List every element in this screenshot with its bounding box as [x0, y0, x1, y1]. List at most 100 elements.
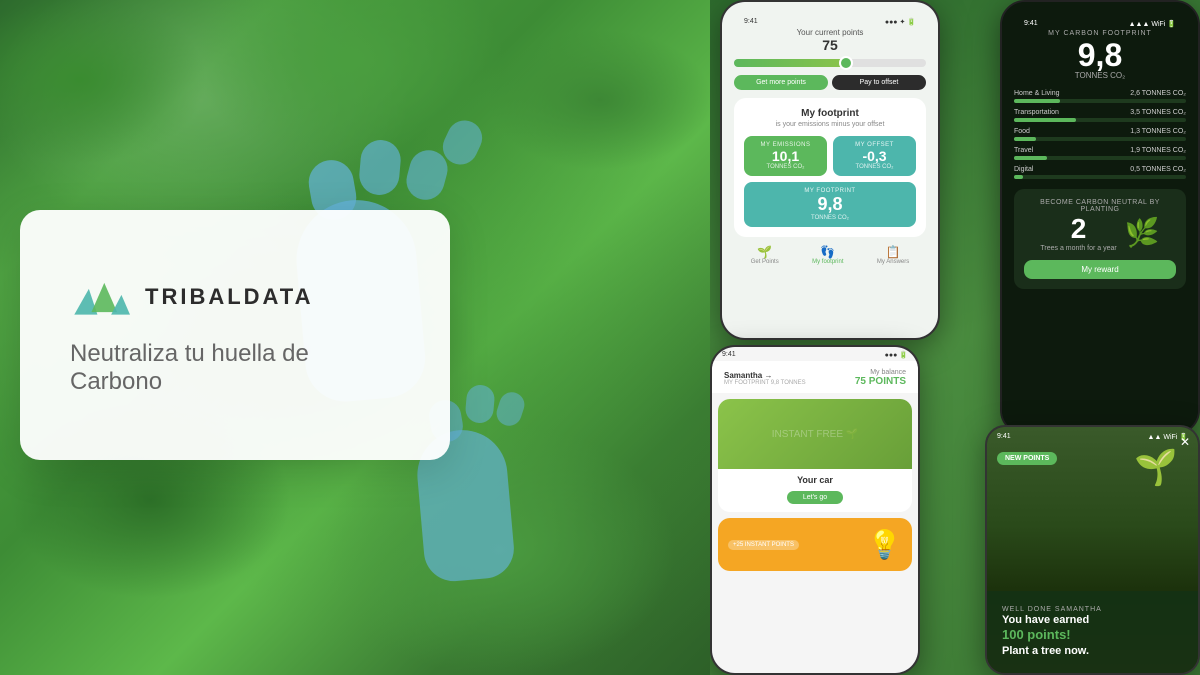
neutral-title: BECOME CARBON NEUTRAL BY PLANTING [1024, 199, 1176, 213]
carbon-title: MY CARBON FOOTPRINT [1014, 30, 1186, 37]
emissions-offset-row: MY EMISSIONS 10,1 TONNES CO₂ MY OFFSET -… [744, 136, 916, 176]
points-card: +25 INSTANT POINTS 💡 [718, 518, 912, 571]
bar-travel-label: Travel 1,9 TONNES CO₂ [1014, 147, 1186, 154]
phone-carbon-details: 9:41 ▲▲▲ WiFi 🔋 MY CARBON FOOTPRINT 9,8 … [1000, 0, 1200, 435]
phone1-screen: 9:41 ●●● ✦ 🔋 Your current points 75 Get … [722, 2, 938, 338]
action-buttons: Get more points Pay to offset [734, 75, 926, 90]
bar-food: Food 1,3 TONNES CO₂ [1014, 128, 1186, 141]
offset-value: -0,3 [839, 148, 910, 164]
phone3-screen: 9:41 ●●● 🔋 Samantha → MY FOOTPRINT 9,8 T… [712, 347, 918, 673]
new-points-badge: NEW POINTS [997, 447, 1057, 471]
bar-food-fill [1014, 137, 1036, 141]
bar-home-track [1014, 99, 1186, 103]
nav-my-answers[interactable]: 📋 My Answers [877, 245, 909, 265]
status-time-dark: 9:41 [1024, 20, 1038, 28]
nav-my-footprint[interactable]: 👣 My footprint [812, 245, 843, 265]
instant-points-badge: +25 INSTANT POINTS [728, 540, 799, 550]
phone-footprint-overview: 9:41 ●●● ✦ 🔋 Your current points 75 Get … [720, 0, 940, 340]
footprint-card-title: My footprint [744, 108, 916, 119]
phone4-time: 9:41 [997, 433, 1011, 440]
my-emissions-box: MY EMISSIONS 10,1 TONNES CO₂ [744, 136, 827, 176]
status-time: 9:41 [744, 18, 758, 26]
carbon-bars: Home & Living 2,6 TONNES CO₂ Transportat… [1014, 90, 1186, 179]
points-value: 75 [734, 37, 926, 53]
earned-text: You have earned 100 points! Plant a tree… [1002, 613, 1183, 658]
footprint-card-subtitle: is your emissions minus your offset [744, 121, 916, 128]
footprint-box-value: 9,8 [750, 194, 910, 215]
plant-cta: Plant a tree now. [1002, 645, 1089, 657]
progress-bar [734, 59, 926, 67]
phone4-screen: 🌱 9:41 ▲▲ WiFi 🔋 NEW POINTS ✕ WELL DONE … [987, 427, 1198, 673]
bar-food-track [1014, 137, 1186, 141]
my-footprint-box: MY FOOTPRINT 9,8 TONNES CO₂ [744, 182, 916, 227]
phone3-user-info: Samantha → MY FOOTPRINT 9,8 TONNES [724, 371, 806, 386]
bar-transport-fill [1014, 118, 1076, 122]
bar-digital: Digital 0,5 TONNES CO₂ [1014, 166, 1186, 179]
carbon-value: 9,8 [1014, 39, 1186, 71]
points-notification-overlay: WELL DONE SAMANTHA You have earned 100 p… [987, 591, 1198, 673]
progress-indicator [839, 56, 853, 70]
bar-travel-fill [1014, 156, 1047, 160]
phone2-screen: 9:41 ▲▲▲ WiFi 🔋 MY CARBON FOOTPRINT 9,8 … [1002, 2, 1198, 433]
my-offset-box: MY OFFSET -0,3 TONNES CO₂ [833, 136, 916, 176]
bar-home-fill [1014, 99, 1060, 103]
emissions-unit: TONNES CO₂ [750, 164, 821, 170]
points-label: Your current points [734, 28, 926, 37]
phone-app-cards: 9:41 ●●● 🔋 Samantha → MY FOOTPRINT 9,8 T… [710, 345, 920, 675]
carbon-unit: TONNES CO₂ [1014, 71, 1186, 80]
instant-points-info: +25 INSTANT POINTS [728, 540, 799, 550]
phone2-status: 9:41 ▲▲▲ WiFi 🔋 [1014, 16, 1186, 30]
bar-travel-track [1014, 156, 1186, 160]
carbon-neutral-card: BECOME CARBON NEUTRAL BY PLANTING 2 Tree… [1014, 189, 1186, 289]
tagline: Neutraliza tu huella de Carbono [70, 340, 400, 396]
right-panel: 9:41 ●●● ✦ 🔋 Your current points 75 Get … [710, 0, 1200, 675]
left-panel: TRIBALDATA Neutraliza tu huella de Carbo… [0, 0, 710, 675]
bar-digital-fill [1014, 175, 1023, 179]
bar-travel: Travel 1,9 TONNES CO₂ [1014, 147, 1186, 160]
pay-to-offset-button[interactable]: Pay to offset [832, 75, 926, 90]
logo-area: TRIBALDATA [70, 275, 314, 320]
bar-digital-track [1014, 175, 1186, 179]
offset-unit: TONNES CO₂ [839, 164, 910, 170]
instant-free-badge: INSTANT FREE 🌱 [772, 429, 859, 440]
progress-fill [734, 59, 849, 67]
status-signal: ●●● ✦ 🔋 [885, 18, 916, 26]
footprint-box-unit: TONNES CO₂ [750, 215, 910, 221]
well-done-text: WELL DONE SAMANTHA [1002, 606, 1183, 613]
my-reward-button[interactable]: My reward [1024, 260, 1176, 279]
phone-notification: 🌱 9:41 ▲▲ WiFi 🔋 NEW POINTS ✕ WELL DONE … [985, 425, 1200, 675]
points-section: Your current points 75 [734, 28, 926, 53]
phone1-status: 9:41 ●●● ✦ 🔋 [734, 14, 926, 28]
bar-transport-label: Transportation 3,5 TONNES CO₂ [1014, 109, 1186, 116]
lightbulb-icon: 💡 [867, 528, 902, 561]
bottom-nav-phone1: 🌱 Get Points 👣 My footprint 📋 My Answers [734, 245, 926, 265]
footprint-card: My footprint is your emissions minus you… [734, 98, 926, 237]
status-signal-dark: ▲▲▲ WiFi 🔋 [1129, 20, 1176, 28]
nav-get-points[interactable]: 🌱 Get Points [751, 245, 779, 265]
lets-go-button[interactable]: Let's go [787, 491, 843, 504]
bar-transport-track [1014, 118, 1186, 122]
plant-icon: 🌱 [1134, 447, 1178, 488]
car-card-title: Your car [718, 469, 912, 487]
phone3-footprint: MY FOOTPRINT 9,8 TONNES [724, 380, 806, 386]
earned-line1: You have earned [1002, 614, 1089, 626]
tribaldata-logo [70, 275, 130, 320]
bar-food-label: Food 1,3 TONNES CO₂ [1014, 128, 1186, 135]
bar-transport: Transportation 3,5 TONNES CO₂ [1014, 109, 1186, 122]
bar-home: Home & Living 2,6 TONNES CO₂ [1014, 90, 1186, 103]
get-more-points-button[interactable]: Get more points [734, 75, 828, 90]
emissions-value: 10,1 [750, 148, 821, 164]
phone3-status: 9:41 ●●● 🔋 [712, 347, 918, 361]
phone3-balance: My balance 75 POINTS [855, 369, 906, 387]
car-card: INSTANT FREE 🌱 Your car Let's go [718, 399, 912, 512]
neutral-sub: Trees a month for a year [1040, 245, 1116, 252]
bar-home-label: Home & Living 2,6 TONNES CO₂ [1014, 90, 1186, 97]
brand-card: TRIBALDATA Neutraliza tu huella de Carbo… [20, 210, 450, 460]
phone3-time: 9:41 [722, 351, 736, 359]
phone3-header: Samantha → MY FOOTPRINT 9,8 TONNES My ba… [712, 361, 918, 393]
close-button[interactable]: ✕ [1180, 435, 1190, 449]
car-card-image: INSTANT FREE 🌱 [718, 399, 912, 469]
brand-name: TRIBALDATA [145, 284, 314, 310]
points-amount: 100 points! [1002, 627, 1071, 642]
bar-digital-label: Digital 0,5 TONNES CO₂ [1014, 166, 1186, 173]
